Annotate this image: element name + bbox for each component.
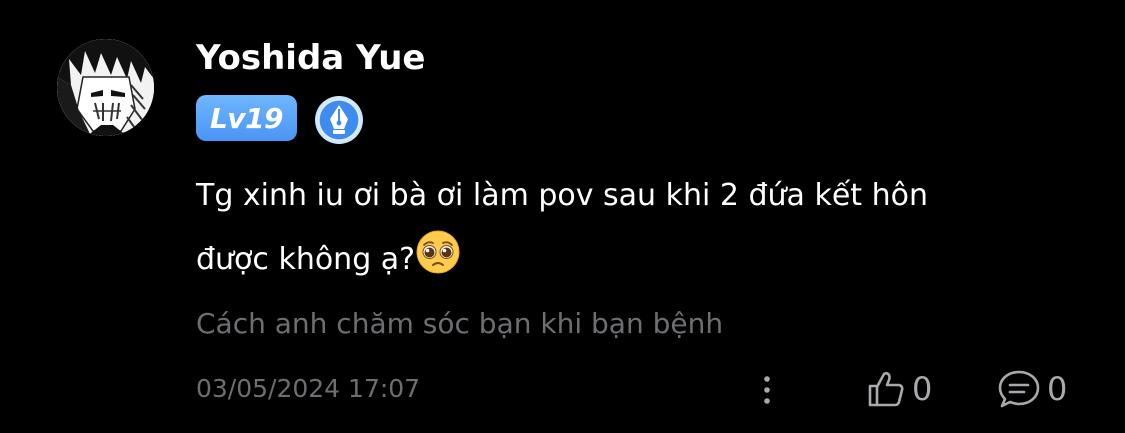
comment-text-line-2: được không ạ?: [196, 228, 1096, 292]
timestamp: 03/05/2024 17:07: [196, 374, 421, 403]
more-vertical-icon: [764, 376, 770, 404]
comment-text-line-2-text: được không ạ?: [196, 242, 416, 277]
comment-body: Tg xinh iu ơi bà ơi làm pov sau khi 2 đứ…: [196, 164, 1096, 292]
chat-bubble-icon: [998, 370, 1040, 408]
comment-text-line-1: Tg xinh iu ơi bà ơi làm pov sau khi 2 đứ…: [196, 178, 928, 213]
avatar-image: [57, 39, 154, 136]
level-badge: Lv19: [196, 95, 297, 141]
user-avatar[interactable]: [57, 39, 154, 136]
more-options-button[interactable]: [750, 368, 784, 412]
level-label: Lv19: [209, 101, 284, 135]
reply-count: 0: [1047, 370, 1068, 408]
reply-button[interactable]: 0: [997, 366, 1067, 412]
thumbs-up-icon: [868, 371, 904, 407]
like-count: 0: [912, 370, 933, 408]
like-button[interactable]: 0: [866, 366, 932, 412]
pleading-face-emoji-icon: [415, 229, 461, 275]
reply-reference[interactable]: Cách anh chăm sóc bạn khi bạn bệnh: [196, 302, 723, 346]
comment-item: Yoshida Yue Lv19 Tg xinh iu ơi bà ơi làm…: [0, 0, 1125, 433]
pen-nib-badge-icon: [314, 95, 364, 145]
username[interactable]: Yoshida Yue: [196, 36, 425, 80]
